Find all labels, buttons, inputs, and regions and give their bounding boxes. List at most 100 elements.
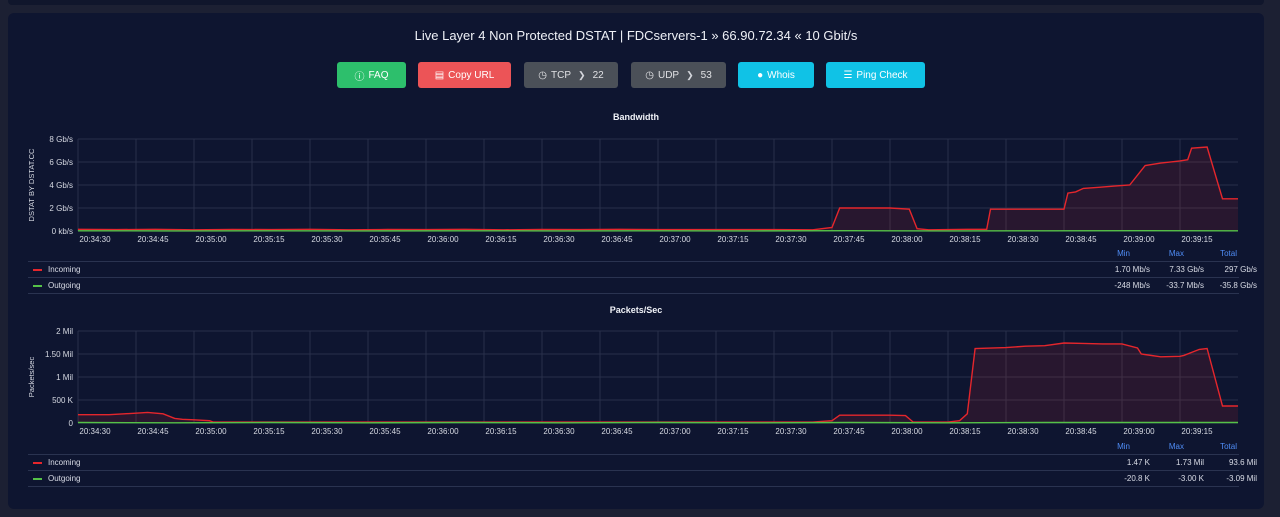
list-check-icon: ☰ xyxy=(843,69,853,81)
x-tick-label: 20:36:45 xyxy=(601,427,633,436)
legend-row-outgoing[interactable]: Outgoing -20.8 K -3.00 K -3.09 Mil xyxy=(28,470,1257,487)
legend-total: 297 Gb/s xyxy=(1224,265,1257,274)
x-tick-label: 20:35:00 xyxy=(195,427,227,436)
y-axis-label: Packets/sec xyxy=(27,357,36,398)
y-tick-label: 0 kb/s xyxy=(52,227,73,236)
legend-min: 1.47 K xyxy=(1126,458,1150,467)
x-tick-label: 20:36:00 xyxy=(427,235,459,244)
y-tick-label: 1.50 Mil xyxy=(45,350,73,359)
whois-button[interactable]: ● Whois xyxy=(738,62,814,88)
info-circle-icon: ● xyxy=(757,69,764,81)
page-title: Live Layer 4 Non Protected DSTAT | FDCse… xyxy=(414,28,858,43)
x-tick-label: 20:39:15 xyxy=(1181,427,1213,436)
x-tick-label: 20:35:15 xyxy=(253,235,285,244)
x-tick-label: 20:39:00 xyxy=(1123,427,1155,436)
x-tick-label: 20:37:30 xyxy=(775,235,807,244)
legend-name: Outgoing xyxy=(48,281,81,290)
bandwidth-chart-title: Bandwidth xyxy=(613,112,659,122)
chevron-right-icon: ❯ xyxy=(686,69,694,80)
legend-max: -3.00 K xyxy=(1178,474,1204,483)
legend-header-max: Max xyxy=(1168,442,1184,451)
copy-url-label: Copy URL xyxy=(448,69,495,81)
clock-icon: ◷ xyxy=(538,69,548,81)
x-tick-label: 20:39:15 xyxy=(1181,235,1213,244)
x-tick-label: 20:36:00 xyxy=(427,427,459,436)
y-tick-label: 2 Gb/s xyxy=(49,204,73,213)
legend-min: 1.70 Mb/s xyxy=(1114,265,1150,274)
legend-total: -35.8 Gb/s xyxy=(1219,281,1257,290)
legend-row-outgoing[interactable]: Outgoing -248 Mb/s -33.7 Mb/s -35.8 Gb/s xyxy=(28,277,1257,294)
x-tick-label: 20:35:15 xyxy=(253,427,285,436)
outgoing-swatch xyxy=(33,285,42,287)
y-tick-label: 0 xyxy=(69,419,74,428)
y-axis-label: DSTAT BY DSTAT.CC xyxy=(27,148,36,222)
udp-label: UDP xyxy=(657,69,680,81)
udp-button[interactable]: ◷ UDP ❯ 53 xyxy=(631,62,726,88)
legend-header-max: Max xyxy=(1168,249,1184,258)
x-tick-label: 20:35:30 xyxy=(311,235,343,244)
ping-check-label: Ping Check xyxy=(856,69,908,81)
clipboard-icon: ▤ xyxy=(434,69,445,81)
y-tick-label: 6 Gb/s xyxy=(49,158,73,167)
legend-row-incoming[interactable]: Incoming 1.70 Mb/s 7.33 Gb/s 297 Gb/s xyxy=(28,261,1257,277)
ping-check-button[interactable]: ☰ Ping Check xyxy=(826,62,925,88)
legend-total: 93.6 Mil xyxy=(1228,458,1257,467)
legend-name: Outgoing xyxy=(48,474,81,483)
x-tick-label: 20:35:45 xyxy=(369,235,401,244)
legend-min: -248 Mb/s xyxy=(1114,281,1150,290)
outgoing-swatch xyxy=(33,478,42,480)
x-tick-label: 20:36:15 xyxy=(485,235,517,244)
legend-header-total: Total xyxy=(1220,249,1237,258)
faq-button[interactable]: ⓘ FAQ xyxy=(337,62,406,88)
copy-url-button[interactable]: ▤ Copy URL xyxy=(418,62,511,88)
incoming-swatch xyxy=(33,462,42,464)
x-tick-label: 20:38:45 xyxy=(1065,235,1097,244)
x-tick-label: 20:34:45 xyxy=(137,427,169,436)
x-tick-label: 20:35:45 xyxy=(369,427,401,436)
x-tick-label: 20:39:00 xyxy=(1123,235,1155,244)
packets-chart: 0 500 K 1 Mil 1.50 Mil 2 Mil 20:34:30 20:34:45… xyxy=(27,327,1238,436)
x-tick-label: 20:36:15 xyxy=(485,427,517,436)
x-tick-label: 20:35:30 xyxy=(311,427,343,436)
legend-header-total: Total xyxy=(1220,442,1237,451)
x-tick-label: 20:37:30 xyxy=(775,427,807,436)
tcp-button[interactable]: ◷ TCP ❯ 22 xyxy=(524,62,618,88)
udp-port: 53 xyxy=(700,69,712,81)
packets-chart-title: Packets/Sec xyxy=(609,305,663,315)
x-tick-label: 20:38:00 xyxy=(891,427,923,436)
x-tick-label: 20:36:30 xyxy=(543,235,575,244)
x-tick-label: 20:36:45 xyxy=(601,235,633,244)
incoming-swatch xyxy=(33,269,42,271)
chevron-right-icon: ❯ xyxy=(578,69,586,80)
legend-max: 1.73 Mil xyxy=(1175,458,1204,467)
legend-max: 7.33 Gb/s xyxy=(1169,265,1204,274)
x-tick-label: 20:36:30 xyxy=(543,427,575,436)
x-tick-label: 20:37:15 xyxy=(717,427,749,436)
x-tick-label: 20:37:00 xyxy=(659,427,691,436)
x-tick-label: 20:37:45 xyxy=(833,235,865,244)
legend-row-incoming[interactable]: Incoming 1.47 K 1.73 Mil 93.6 Mil xyxy=(28,454,1257,470)
y-tick-label: 8 Gb/s xyxy=(49,135,73,144)
whois-label: Whois xyxy=(767,69,795,81)
x-tick-label: 20:35:00 xyxy=(195,235,227,244)
question-circle-icon: ⓘ xyxy=(354,71,365,83)
legend-total: -3.09 Mil xyxy=(1226,474,1257,483)
x-tick-label: 20:37:15 xyxy=(717,235,749,244)
y-tick-label: 4 Gb/s xyxy=(49,181,73,190)
legend-max: -33.7 Mb/s xyxy=(1166,281,1204,290)
x-tick-label: 20:38:00 xyxy=(891,235,923,244)
x-tick-label: 20:38:45 xyxy=(1065,427,1097,436)
x-tick-label: 20:38:30 xyxy=(1007,235,1039,244)
legend-header-min: Min xyxy=(1117,249,1130,258)
faq-label: FAQ xyxy=(368,69,389,81)
top-strip xyxy=(8,0,1264,5)
dstat-panel: Live Layer 4 Non Protected DSTAT | FDCse… xyxy=(8,13,1264,509)
tcp-label: TCP xyxy=(551,69,572,81)
clock-icon: ◷ xyxy=(645,69,654,81)
x-tick-label: 20:34:30 xyxy=(79,235,111,244)
x-tick-label: 20:37:00 xyxy=(659,235,691,244)
y-tick-label: 500 K xyxy=(52,396,74,405)
x-tick-label: 20:38:15 xyxy=(949,235,981,244)
y-tick-label: 2 Mil xyxy=(56,327,73,336)
legend-name: Incoming xyxy=(48,265,81,274)
